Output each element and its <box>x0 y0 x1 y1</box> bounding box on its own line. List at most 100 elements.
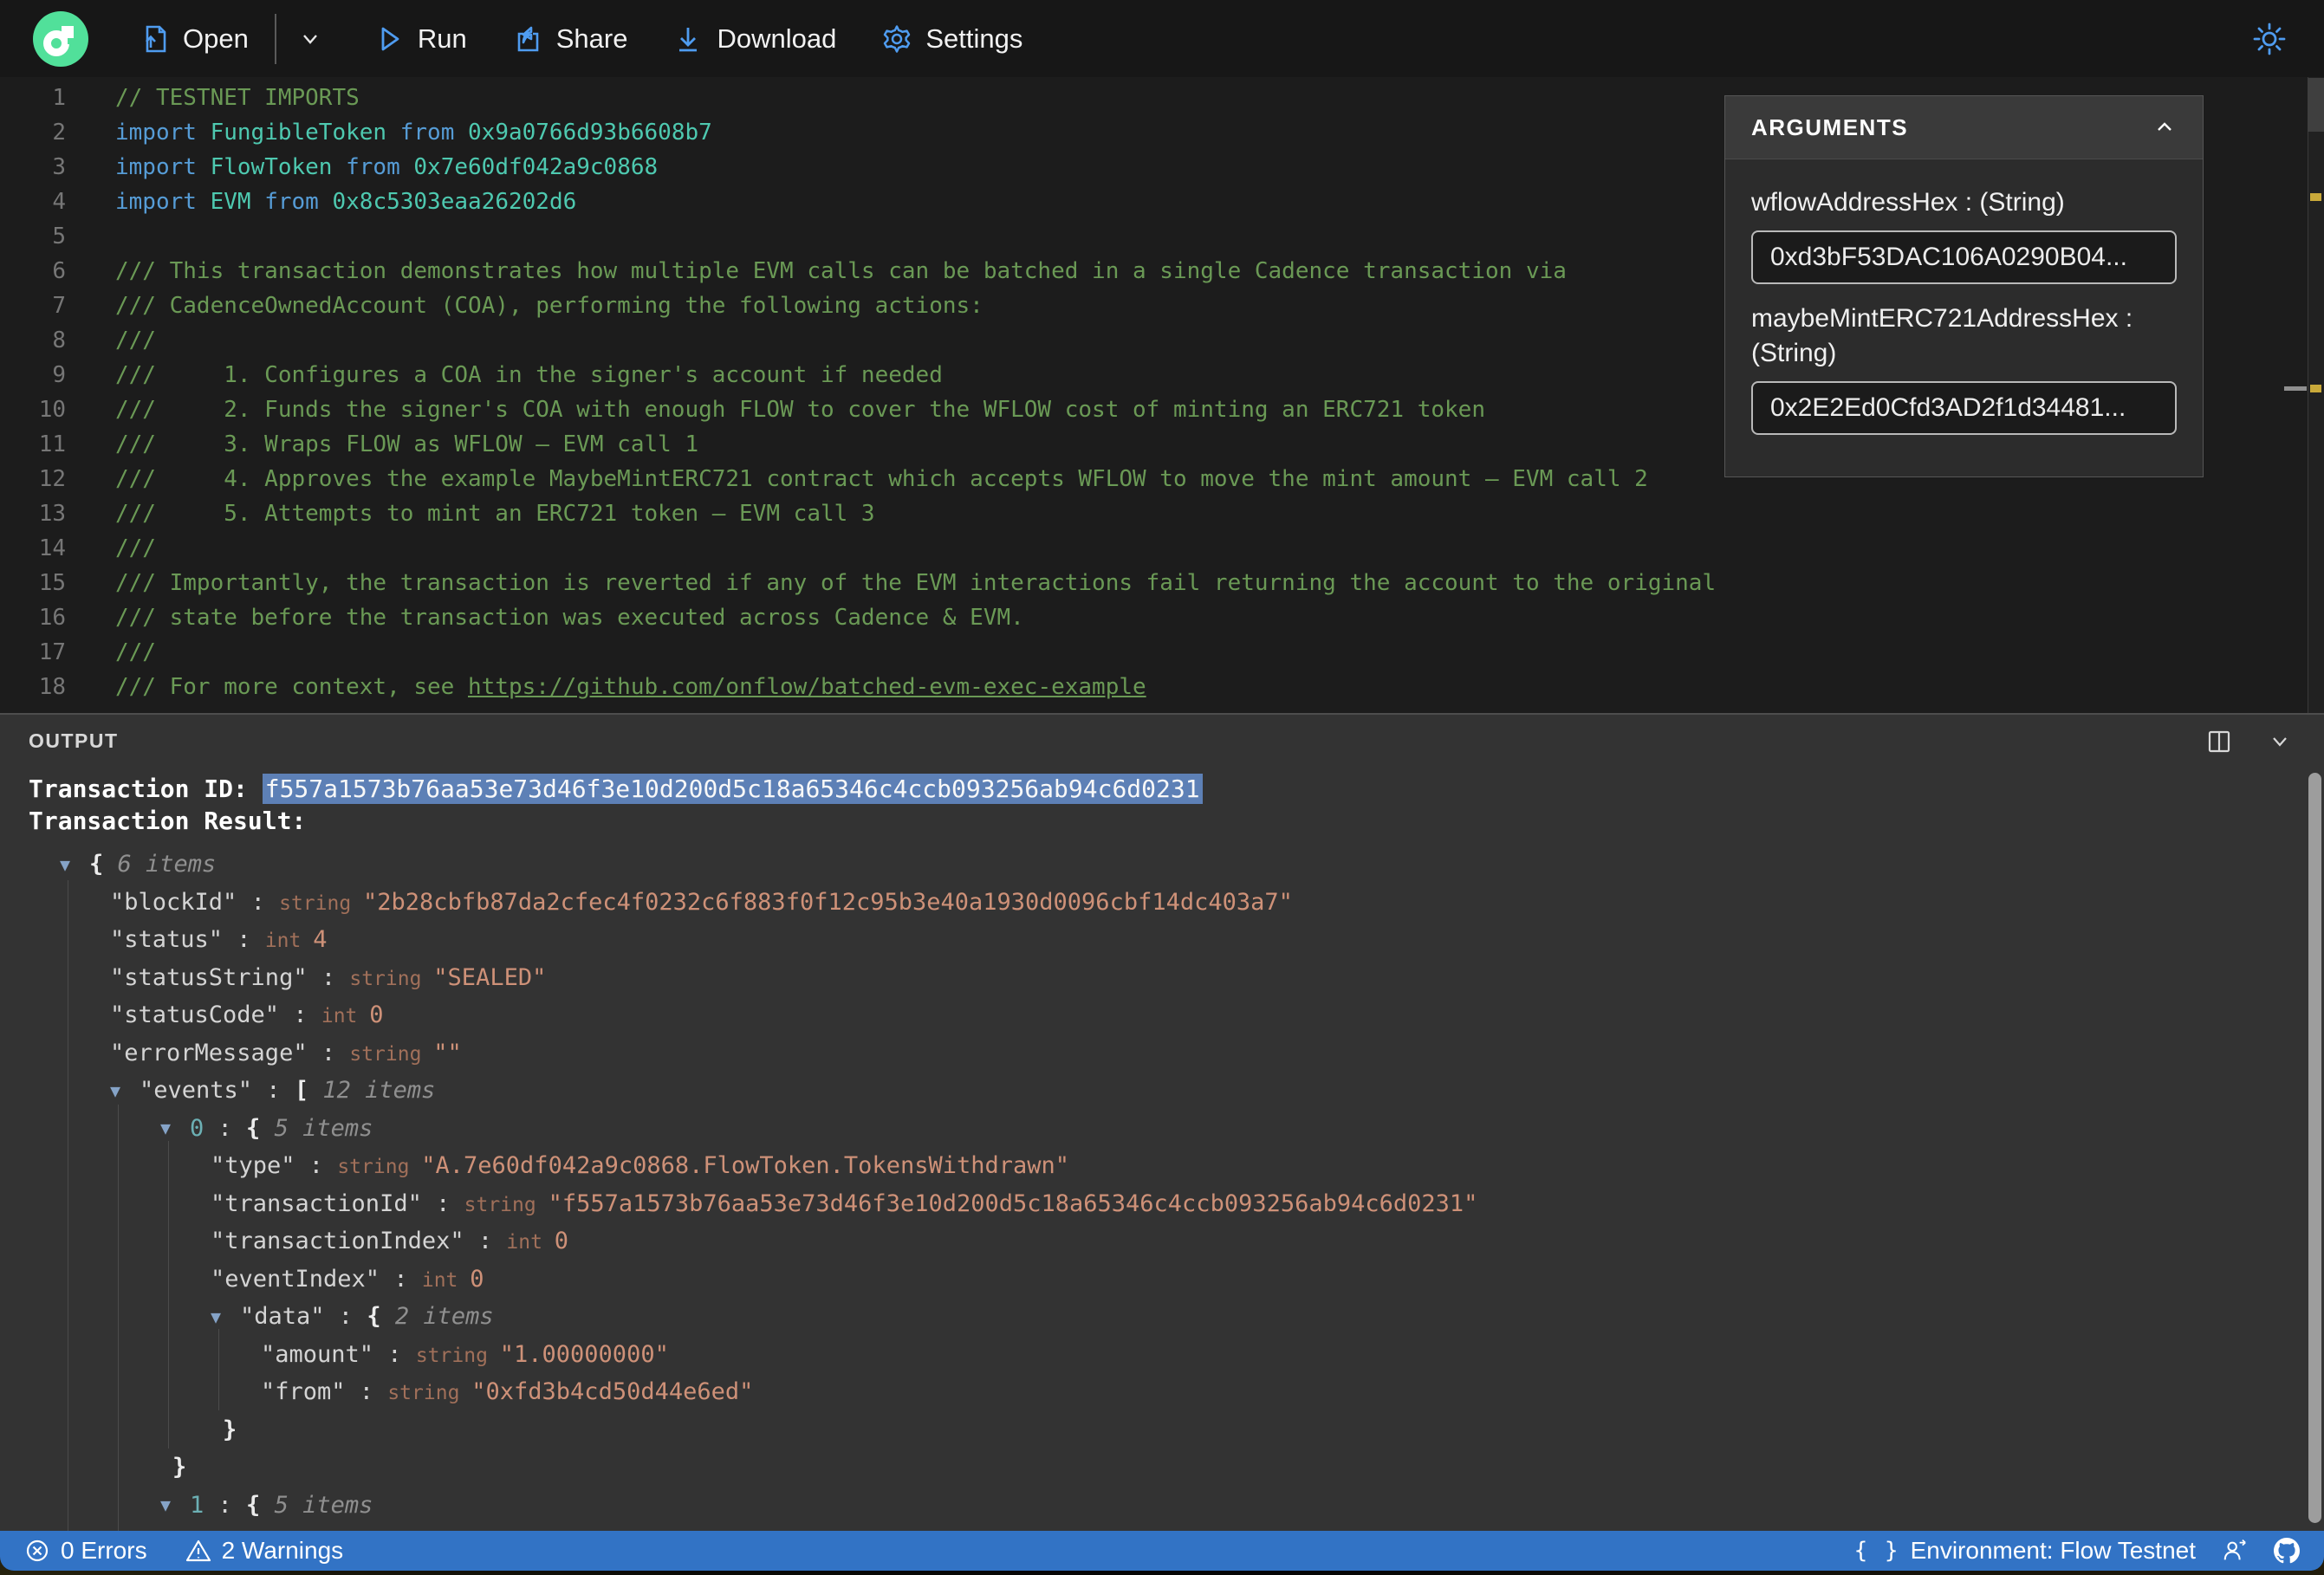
line-number: 9 <box>52 362 66 388</box>
account-icon[interactable] <box>2222 1538 2248 1564</box>
tree-segment-pu: : <box>295 1529 338 1531</box>
line-number: 14 <box>38 535 66 561</box>
tree-segment-br: } <box>172 1454 187 1481</box>
tree-segment-key: "statusString" <box>110 963 308 991</box>
tree-segment-key: "data" <box>240 1303 325 1330</box>
tree-segment-ty: string <box>464 1193 549 1216</box>
tree-segment-key: "type" <box>211 1529 295 1531</box>
transaction-id-value: f557a1573b76aa53e73d46f3e10d200d5c18a653… <box>262 774 1203 804</box>
tree-segment-ty: int <box>506 1231 555 1254</box>
tree-segment-pu: : <box>223 926 265 953</box>
tree-segment-ix: 1 <box>190 1491 204 1519</box>
line-number: 11 <box>38 431 66 457</box>
error-icon <box>26 1539 49 1562</box>
tree-line: "statusString" : string "SEALED" <box>29 959 2324 997</box>
tree-segment-ty: int <box>321 1005 370 1027</box>
share-button[interactable]: Share <box>512 23 627 55</box>
code-editor[interactable]: 1 // TESTNET IMPORTS 2 import FungibleToken… <box>0 77 2324 713</box>
tree-line: "errorMessage" : string "" <box>29 1034 2324 1073</box>
arguments-panel-header[interactable]: ARGUMENTS <box>1725 96 2203 159</box>
expand-arrow-icon[interactable]: ▼ <box>211 1299 240 1337</box>
tree-segment-key: "status" <box>110 926 224 953</box>
tree-line: "statusCode" : int 0 <box>29 996 2324 1034</box>
tree-segment-key: "amount" <box>261 1340 374 1368</box>
tree-line: ▼ "data" : { 2 items <box>29 1298 2324 1336</box>
tree-segment-pu: : <box>373 1340 416 1368</box>
expand-arrow-icon[interactable]: ▼ <box>110 1073 140 1111</box>
tree-segment-pu: : <box>204 1114 247 1142</box>
toolbar: Open Run Share Download Settings <box>0 0 2324 77</box>
warning-icon <box>185 1539 211 1562</box>
tree-segment-br: } <box>223 1416 237 1443</box>
output-title: OUTPUT <box>29 729 119 752</box>
github-icon[interactable] <box>2274 1538 2300 1564</box>
line-number: 12 <box>38 466 66 492</box>
tree-segment-pu: : <box>464 1228 507 1254</box>
wflow-address-input[interactable] <box>1751 230 2177 284</box>
errors-status[interactable]: 0 Errors <box>24 1537 147 1565</box>
tree-segment-va: "A.7e60df042a9c0868.FlowToken.TokensDepo… <box>421 1529 1069 1531</box>
warnings-status[interactable]: 2 Warnings <box>185 1537 343 1565</box>
tree-segment-va: "f557a1573b76aa53e73d46f3e10d200d5c18a65… <box>548 1189 1478 1217</box>
tree-segment-ty: string <box>349 967 434 990</box>
tree-segment-br: { <box>246 1491 261 1519</box>
editor-scrollbar[interactable] <box>2308 77 2324 713</box>
code-text: /// Importantly, the transaction is reve… <box>115 570 1717 596</box>
tree-segment-pu: : <box>252 1077 295 1104</box>
status-bar: 0 Errors 2 Warnings { } Environment: Flo… <box>0 1531 2324 1571</box>
tree-segment-pu: : <box>204 1491 247 1519</box>
download-label: Download <box>717 23 837 54</box>
arguments-panel-body: wflowAddressHex : (String) maybeMintERC7… <box>1725 159 2203 435</box>
tree-segment-it: 5 items <box>260 1114 373 1142</box>
output-collapse-chevron-icon[interactable] <box>2267 729 2293 755</box>
download-button[interactable]: Download <box>672 23 836 55</box>
expand-arrow-icon[interactable]: ▼ <box>160 1487 190 1525</box>
code-text: /// <box>115 327 156 353</box>
tree-segment-ty: string <box>387 1382 472 1404</box>
tree-segment-key: "blockId" <box>110 888 237 916</box>
code-link[interactable]: https://github.com/onflow/batched-evm-ex… <box>468 674 1146 700</box>
tree-segment-ty: int <box>264 930 314 952</box>
overview-cursor-marker <box>2284 386 2307 391</box>
line-number: 7 <box>52 293 66 319</box>
tree-segment-key: "type" <box>211 1152 295 1179</box>
code-text: /// This transaction demonstrates how mu… <box>115 258 1567 284</box>
line-number: 4 <box>52 189 66 215</box>
line-number: 10 <box>38 397 66 423</box>
expand-arrow-icon[interactable]: ▼ <box>60 846 89 885</box>
theme-toggle-sun-icon[interactable] <box>2251 21 2288 57</box>
tree-segment-key: "from" <box>261 1378 346 1405</box>
split-editor-icon[interactable] <box>2206 729 2232 755</box>
maybemint-address-input[interactable] <box>1751 381 2177 435</box>
environment-status[interactable]: { } Environment: Flow Testnet <box>1854 1537 2196 1565</box>
expand-arrow-icon[interactable]: ▼ <box>160 1110 190 1148</box>
run-button[interactable]: Run <box>373 23 467 55</box>
editor-scrollbar-thumb[interactable] <box>2308 78 2324 132</box>
open-button-group: Open <box>139 13 323 64</box>
tree-segment-it: 5 items <box>260 1491 373 1519</box>
code-line: 18 /// For more context, see https://gith… <box>0 670 2324 704</box>
output-scrollbar-thumb[interactable] <box>2308 773 2321 1523</box>
tree-segment-key: "statusCode" <box>110 1001 280 1028</box>
collapse-chevron-up-icon[interactable] <box>2152 115 2177 139</box>
line-number: 1 <box>52 85 66 111</box>
transaction-id-label: Transaction ID: <box>29 775 263 803</box>
tree-segment-key: "transactionIndex" <box>211 1228 464 1254</box>
tree-line: "from" : string "0xfd3b4cd50d44e6ed" <box>29 1373 2324 1411</box>
tree-segment-br: [ <box>294 1077 309 1104</box>
code-text: import EVM from 0x8c5303eaa26202d6 <box>115 189 577 215</box>
code-text: // TESTNET IMPORTS <box>115 85 360 111</box>
tree-segment-pu: : <box>279 1001 321 1028</box>
line-number: 16 <box>38 605 66 631</box>
tree-line: "amount" : string "1.00000000" <box>29 1336 2324 1374</box>
open-dropdown-chevron-icon[interactable] <box>297 26 323 52</box>
tree-line: ▼ "events" : [ 12 items <box>29 1072 2324 1110</box>
code-text: /// 5. Attempts to mint an ERC721 token … <box>115 501 875 527</box>
tree-segment-key: "eventIndex" <box>211 1265 380 1293</box>
code-line: 17 /// <box>0 635 2324 670</box>
open-button[interactable]: Open <box>139 23 249 55</box>
settings-button[interactable]: Settings <box>881 23 1022 55</box>
tree-segment-key: "errorMessage" <box>110 1039 308 1066</box>
code-text: /// <box>115 535 156 561</box>
